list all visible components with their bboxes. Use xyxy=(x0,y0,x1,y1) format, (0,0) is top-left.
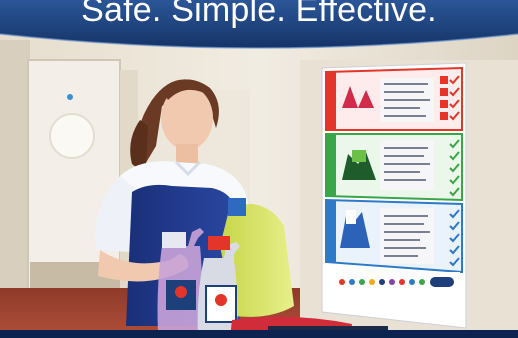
neck xyxy=(176,144,198,164)
door-indicator xyxy=(67,94,73,100)
door-frame xyxy=(0,40,30,330)
label-logo-right xyxy=(215,294,227,306)
blue-product-label xyxy=(346,210,356,224)
zone-blue-tab xyxy=(326,200,336,262)
zone-red-tab xyxy=(326,72,336,130)
spray-trigger-left xyxy=(162,232,186,248)
door-window xyxy=(49,113,95,159)
zone-green-tab xyxy=(326,134,336,196)
spray-trigger-right xyxy=(208,236,230,250)
chart-footer-logos xyxy=(334,272,460,292)
green-product-cap xyxy=(352,150,366,162)
label-logo-left xyxy=(175,286,187,298)
canister-cap xyxy=(228,198,246,216)
scene-photo xyxy=(0,0,518,338)
bottom-band xyxy=(0,330,518,338)
banner-tagline: Safe. Simple. Effective. xyxy=(81,0,437,29)
photo-frame: Safe. Simple. Effective. xyxy=(0,0,518,338)
